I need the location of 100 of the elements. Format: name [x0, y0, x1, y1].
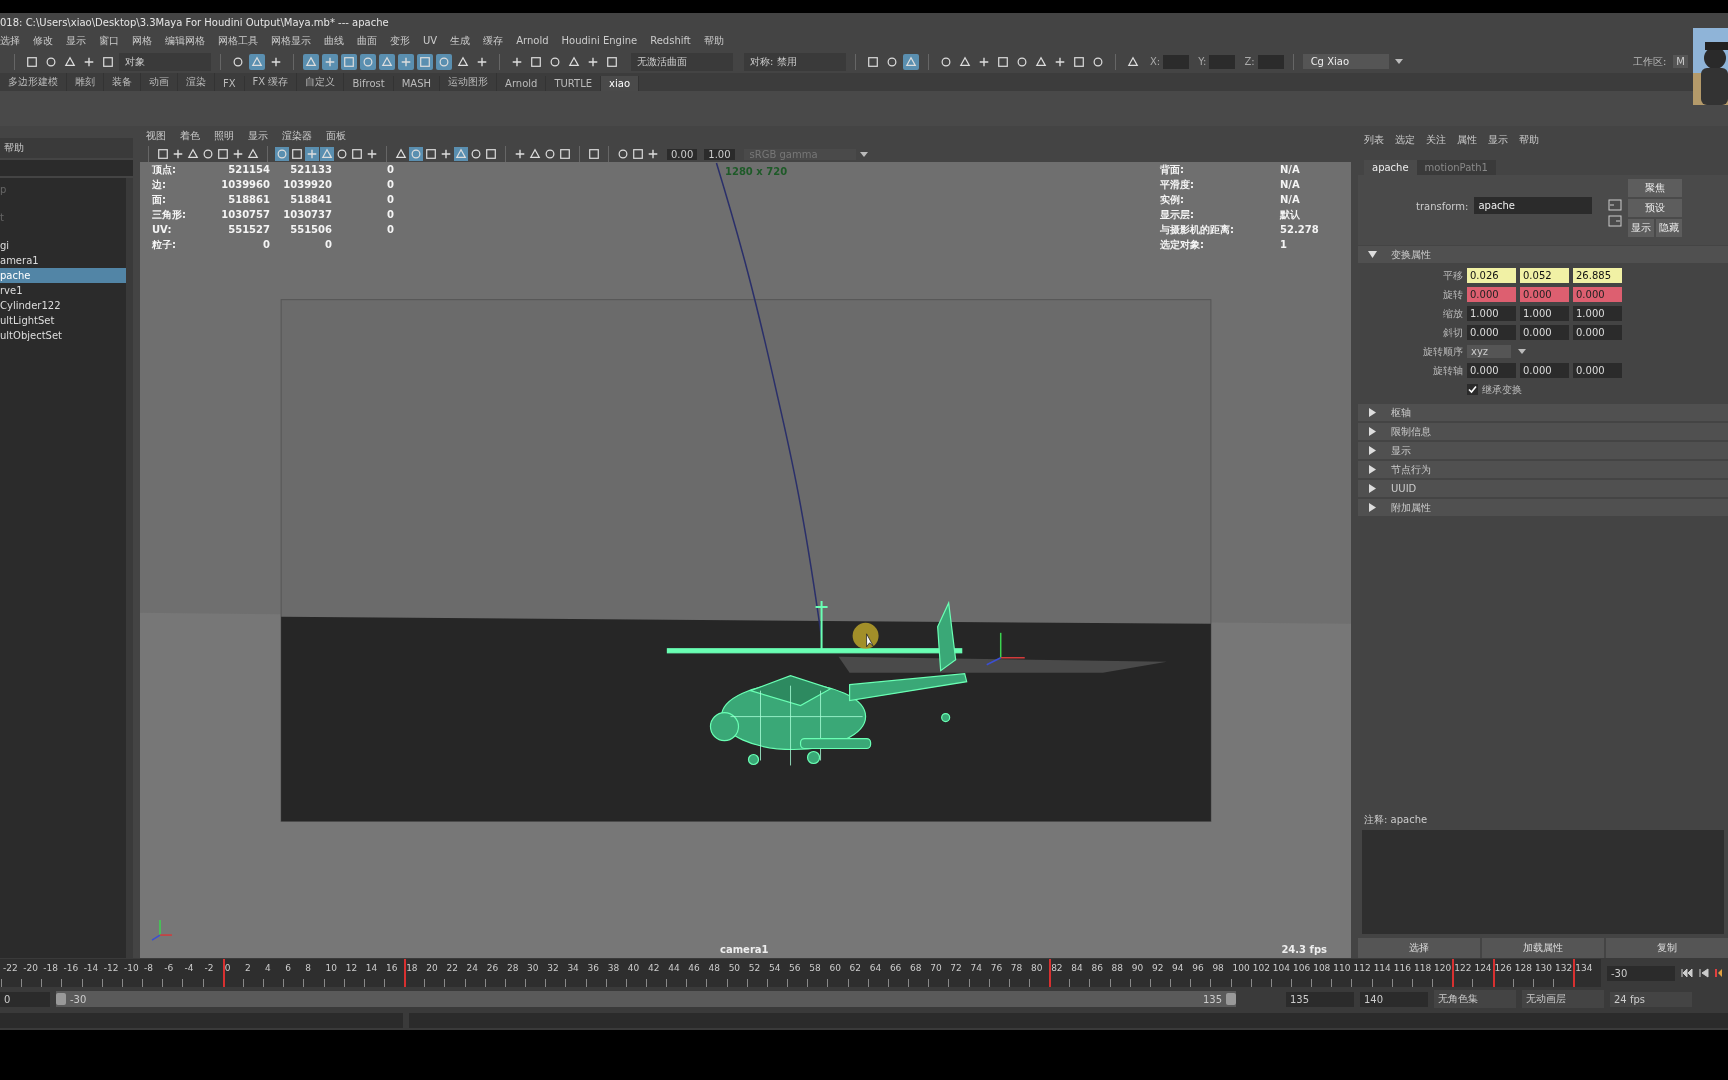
- menu-item[interactable]: 窗口: [99, 33, 119, 48]
- range-handle[interactable]: [56, 993, 66, 1005]
- go-to-start-icon[interactable]: [1681, 968, 1693, 978]
- expand-arrow-icon[interactable]: [1368, 408, 1377, 417]
- range-slider[interactable]: -30 135: [56, 991, 1236, 1007]
- viewport-tool-icon[interactable]: [186, 147, 200, 161]
- outliner-item[interactable]: amera1: [0, 253, 126, 268]
- attribute-field[interactable]: 0.000: [1467, 363, 1516, 378]
- node-button[interactable]: 预设: [1628, 199, 1683, 217]
- panel-menu-item[interactable]: 视图: [146, 129, 166, 143]
- attribute-field[interactable]: 1.000: [1467, 306, 1516, 321]
- coordinate-field[interactable]: [1209, 54, 1236, 69]
- menu-item[interactable]: 变形: [390, 33, 410, 48]
- viewport-tool-icon[interactable]: [216, 147, 230, 161]
- menu-item[interactable]: 关注: [1426, 133, 1446, 147]
- viewport-tool-icon[interactable]: [528, 147, 542, 161]
- attribute-field[interactable]: 0.052: [1520, 268, 1569, 283]
- viewport-tool-icon[interactable]: [290, 147, 304, 161]
- attribute-field[interactable]: 0.000: [1573, 363, 1622, 378]
- panel-menu-item[interactable]: 面板: [326, 129, 346, 143]
- expand-arrow-icon[interactable]: [1368, 484, 1377, 493]
- panel-menu-item[interactable]: 照明: [214, 129, 234, 143]
- viewport-tool-icon[interactable]: [246, 147, 260, 161]
- viewport-tool-icon[interactable]: [543, 147, 557, 161]
- attribute-field[interactable]: 0.000: [1467, 287, 1516, 302]
- section-header[interactable]: UUID: [1358, 480, 1728, 497]
- outliner-item[interactable]: pache: [0, 268, 126, 283]
- tool-icon[interactable]: [379, 53, 395, 70]
- menu-item[interactable]: 列表: [1364, 133, 1384, 147]
- editor-button[interactable]: 选择: [1358, 938, 1480, 958]
- coordinate-field[interactable]: [1257, 54, 1284, 69]
- node-button[interactable]: 聚焦: [1628, 179, 1683, 197]
- menu-item[interactable]: 曲线: [324, 33, 344, 48]
- menu-item[interactable]: 编辑网格: [165, 33, 205, 48]
- menu-item[interactable]: UV: [423, 35, 438, 46]
- section-header[interactable]: 附加属性: [1358, 499, 1728, 516]
- node-name-field[interactable]: apache: [1474, 197, 1593, 214]
- viewport-tool-icon[interactable]: [350, 147, 364, 161]
- caret-icon[interactable]: [859, 151, 868, 157]
- step-back-icon[interactable]: [1699, 968, 1709, 978]
- surface-dropdown[interactable]: 无激活曲面: [631, 52, 733, 71]
- menu-item[interactable]: 缓存: [483, 33, 504, 48]
- menu-item[interactable]: Houdini Engine: [561, 35, 638, 46]
- viewport-tool-icon[interactable]: [201, 147, 215, 161]
- node-tab[interactable]: motionPath1: [1416, 160, 1496, 175]
- start-frame-field[interactable]: 0: [0, 991, 50, 1007]
- viewport-tool-icon[interactable]: [469, 147, 483, 161]
- outliner-item[interactable]: gi: [0, 238, 126, 253]
- node-button[interactable]: 隐藏: [1656, 219, 1683, 237]
- menu-item[interactable]: 选择: [0, 33, 20, 48]
- menu-item[interactable]: 网格显示: [271, 33, 311, 48]
- attribute-field[interactable]: 0.000: [1520, 363, 1569, 378]
- range-handle[interactable]: [1226, 993, 1236, 1005]
- menu-item[interactable]: 显示: [66, 33, 86, 48]
- end-frame-field[interactable]: 135: [1286, 991, 1354, 1007]
- menu-item[interactable]: Redshift: [650, 35, 691, 46]
- expand-arrow-icon[interactable]: [1368, 465, 1377, 474]
- node-tab[interactable]: apache: [1364, 160, 1417, 175]
- menu-item[interactable]: 曲面: [357, 33, 377, 48]
- section-header[interactable]: 显示: [1358, 442, 1728, 459]
- expand-arrow-icon[interactable]: [1368, 250, 1377, 259]
- menu-item[interactable]: 属性: [1457, 133, 1477, 147]
- shelf-tab[interactable]: xiao: [601, 76, 639, 91]
- workspace-dropdown[interactable]: M: [1673, 55, 1688, 68]
- section-header[interactable]: 枢轴: [1358, 404, 1728, 421]
- outliner-item[interactable]: ultLightSet: [0, 313, 126, 328]
- expand-arrow-icon[interactable]: [1368, 446, 1377, 455]
- viewport-tool-icon[interactable]: [231, 147, 245, 161]
- current-frame-field[interactable]: -30: [1607, 965, 1675, 981]
- focus-out-icon[interactable]: [1608, 215, 1623, 227]
- key-back-icon[interactable]: [1715, 968, 1723, 978]
- checkbox[interactable]: [1467, 384, 1478, 395]
- viewport-tool-icon[interactable]: [587, 147, 601, 161]
- menu-item[interactable]: Arnold: [516, 35, 549, 46]
- section-header[interactable]: 限制信息: [1358, 423, 1728, 440]
- section-header[interactable]: 节点行为: [1358, 461, 1728, 478]
- frame-rate-dropdown[interactable]: 24 fps: [1610, 991, 1692, 1007]
- menu-item[interactable]: 网格: [132, 33, 152, 48]
- viewport-tool-icon[interactable]: [424, 147, 438, 161]
- caret-icon[interactable]: [1394, 59, 1403, 64]
- menu-item[interactable]: 选定: [1395, 133, 1415, 147]
- editor-button[interactable]: 复制: [1606, 938, 1728, 958]
- node-button[interactable]: 显示: [1628, 219, 1655, 237]
- tool-icon[interactable]: [249, 53, 265, 70]
- attribute-field[interactable]: 0.000: [1573, 287, 1622, 302]
- gamma-field[interactable]: 1.00: [704, 148, 735, 160]
- attribute-field[interactable]: 0.026: [1467, 268, 1516, 283]
- panel-menu-item[interactable]: 着色: [180, 129, 200, 143]
- viewport-tool-icon[interactable]: [156, 147, 170, 161]
- menu-item[interactable]: 生成: [450, 33, 471, 48]
- menu-item[interactable]: 显示: [1488, 133, 1508, 147]
- tool-icon[interactable]: [322, 53, 338, 70]
- attribute-field[interactable]: 0.000: [1520, 325, 1569, 340]
- viewport-tool-icon[interactable]: [513, 147, 527, 161]
- menu-item[interactable]: 帮助: [1519, 133, 1539, 147]
- panel-menu-item[interactable]: 渲染器: [282, 129, 312, 143]
- attribute-field[interactable]: 0.000: [1520, 287, 1569, 302]
- exposure-field[interactable]: 0.00: [667, 148, 698, 160]
- tool-icon[interactable]: [303, 53, 319, 70]
- menu-item[interactable]: 帮助: [703, 33, 724, 48]
